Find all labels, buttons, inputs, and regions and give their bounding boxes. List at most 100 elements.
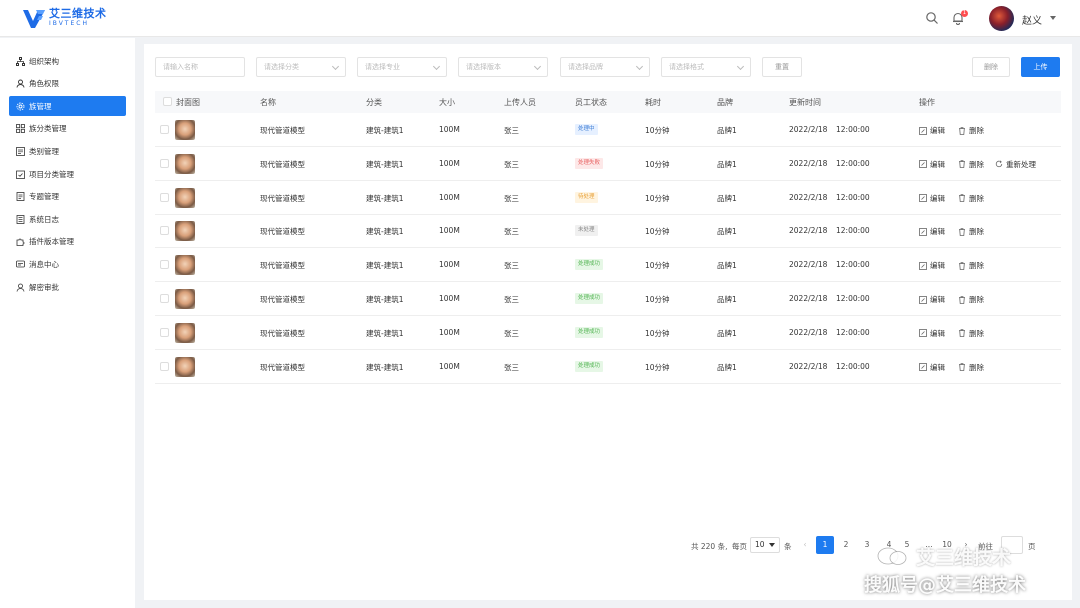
brand-logo[interactable]: 艾三维技术 IBVTECH — [22, 7, 107, 29]
upload-button[interactable]: 上传 — [1021, 57, 1060, 77]
table-row[interactable]: 现代管道模型 建筑-建筑1 100M 张三 10分钟 品牌1 2022/2/18 12:00:… — [155, 350, 1061, 384]
cell-brand: 品牌1 — [717, 227, 737, 237]
table-row[interactable]: 现代管道模型 建筑-建筑1 100M 张三 10分钟 品牌1 2022/2/18 12:00:… — [155, 113, 1061, 147]
delete-row-button[interactable]: 删除 — [958, 125, 984, 136]
cover-thumbnail[interactable] — [175, 322, 195, 343]
brand-select[interactable]: 请选择品牌 — [560, 57, 650, 77]
sidebar-item-2[interactable]: 角色权限 — [9, 74, 126, 94]
select-all-checkbox[interactable] — [163, 97, 172, 106]
delete-row-button[interactable]: 删除 — [958, 362, 984, 373]
row-checkbox[interactable] — [160, 192, 169, 202]
row-checkbox[interactable] — [160, 294, 169, 303]
table-row[interactable]: 现代管道模型 建筑-建筑1 100M 张三 10分钟 品牌1 2022/2/18 12:00:… — [155, 248, 1061, 283]
delete-row-button[interactable]: 删除 — [958, 260, 984, 271]
sidebar-item-6[interactable]: 项目分类管理 — [9, 164, 126, 184]
page-button-2[interactable]: 2 — [837, 536, 855, 554]
row-checkbox[interactable] — [160, 158, 169, 168]
delete-row-button[interactable]: 删除 — [958, 226, 984, 237]
logo-en-text: IBVTECH — [49, 20, 89, 27]
cover-thumbnail[interactable] — [175, 356, 195, 377]
edit-button[interactable]: 编辑 — [919, 159, 945, 170]
edit-icon — [919, 126, 927, 135]
page-button-1[interactable]: 1 — [816, 536, 834, 554]
edit-button[interactable]: 编辑 — [919, 328, 945, 339]
cover-thumbnail[interactable] — [175, 255, 195, 276]
edit-button[interactable]: 编辑 — [919, 362, 945, 373]
brand-select-placeholder: 请选择品牌 — [568, 63, 603, 71]
sidebar-item-4[interactable]: 族分类管理 — [9, 119, 126, 139]
approve-icon — [16, 283, 25, 292]
sidebar-item-5[interactable]: 类别管理 — [9, 141, 126, 161]
edit-button[interactable]: 编辑 — [919, 294, 945, 305]
cover-thumbnail[interactable] — [175, 120, 195, 140]
name-search-input[interactable]: 请输入名称 — [155, 57, 245, 77]
cell-duration: 10分钟 — [645, 227, 670, 237]
edit-button[interactable]: 编辑 — [919, 260, 945, 271]
format-select[interactable]: 请选择格式 — [661, 57, 751, 77]
category-select[interactable]: 请选择分类 — [256, 57, 346, 77]
delete-row-button[interactable]: 删除 — [958, 193, 984, 204]
cell-time: 12:00:00 — [836, 158, 870, 168]
puzzle-icon — [16, 238, 25, 247]
sidebar-item-10[interactable]: 消息中心 — [9, 254, 126, 274]
cell-brand: 品牌1 — [717, 328, 737, 338]
caret-down-icon[interactable] — [1050, 16, 1056, 20]
search-icon[interactable] — [925, 11, 939, 25]
sidebar-item-3[interactable]: 族管理 — [9, 96, 126, 117]
reset-button[interactable]: 重置 — [762, 57, 802, 77]
chevron-down-icon — [533, 62, 542, 71]
row-checkbox[interactable] — [160, 327, 169, 337]
caret-down-icon — [769, 543, 775, 547]
trash-icon — [959, 228, 965, 236]
row-checkbox[interactable] — [160, 226, 169, 236]
table-row[interactable]: 现代管道模型 建筑-建筑1 100M 张三 10分钟 品牌1 2022/2/18 12:00:… — [155, 316, 1061, 350]
sidebar-item-9[interactable]: 插件版本管理 — [9, 232, 126, 252]
reprocess-button[interactable]: 重新处理 — [995, 159, 1036, 170]
delete-row-button[interactable]: 删除 — [958, 294, 984, 305]
wechat-icon — [877, 547, 907, 565]
prev-page-button[interactable]: ‹ — [796, 536, 814, 554]
delete-row-button[interactable]: 删除 — [958, 328, 984, 339]
edit-button[interactable]: 编辑 — [919, 226, 945, 237]
cover-thumbnail[interactable] — [175, 187, 195, 208]
edit-button[interactable]: 编辑 — [919, 125, 945, 136]
sidebar-item-label: 插件版本管理 — [29, 237, 74, 247]
edit-button[interactable]: 编辑 — [919, 193, 945, 204]
task-icon — [16, 170, 25, 179]
table-row[interactable]: 现代管道模型 建筑-建筑1 100M 张三 10分钟 品牌1 2022/2/18 12:00:… — [155, 214, 1061, 249]
cell-brand: 品牌1 — [717, 295, 737, 304]
status-badge: 处理成功 — [575, 326, 604, 338]
cover-thumbnail[interactable] — [175, 221, 195, 242]
delete-label: 删除 — [969, 295, 984, 304]
row-checkbox[interactable] — [160, 125, 169, 134]
chevron-down-icon — [736, 62, 745, 71]
sidebar-item-1[interactable]: 组织架构 — [9, 51, 126, 71]
version-select[interactable]: 请选择版本 — [458, 57, 548, 77]
trash-icon — [959, 194, 965, 202]
per-page-label: 每页 — [732, 542, 747, 551]
delete-button[interactable]: 删除 — [972, 57, 1010, 77]
username[interactable]: 赵义 — [1022, 12, 1042, 27]
cover-thumbnail[interactable] — [175, 153, 195, 174]
table-row[interactable]: 现代管道模型 建筑-建筑1 100M 张三 10分钟 品牌1 2022/2/18 12:00:… — [155, 181, 1061, 215]
gear-icon — [16, 102, 25, 111]
user-avatar[interactable] — [989, 6, 1014, 31]
cell-date: 2022/2/18 — [789, 226, 828, 236]
table-row[interactable]: 现代管道模型 建筑-建筑1 100M 张三 10分钟 品牌1 2022/2/18 12:00:… — [155, 147, 1061, 181]
sidebar-item-11[interactable]: 解密审批 — [9, 277, 126, 297]
row-checkbox[interactable] — [160, 260, 169, 270]
sidebar-item-7[interactable]: 专题管理 — [9, 187, 126, 207]
table-row[interactable]: 现代管道模型 建筑-建筑1 100M 张三 10分钟 品牌1 2022/2/18 12:00:… — [155, 282, 1061, 316]
org-icon — [16, 56, 25, 66]
trash-icon — [959, 329, 965, 338]
cell-size: 100M — [439, 260, 460, 270]
delete-row-button[interactable]: 删除 — [958, 159, 984, 170]
page-button-3[interactable]: 3 — [858, 536, 876, 554]
page-size-select[interactable]: 10 — [750, 537, 780, 553]
category-select-placeholder: 请选择分类 — [264, 63, 299, 71]
cell-time: 12:00:00 — [836, 361, 870, 371]
cover-thumbnail[interactable] — [175, 289, 195, 309]
major-select[interactable]: 请选择专业 — [357, 57, 447, 77]
sidebar-item-8[interactable]: 系统日志 — [9, 209, 126, 229]
row-checkbox[interactable] — [160, 361, 169, 371]
